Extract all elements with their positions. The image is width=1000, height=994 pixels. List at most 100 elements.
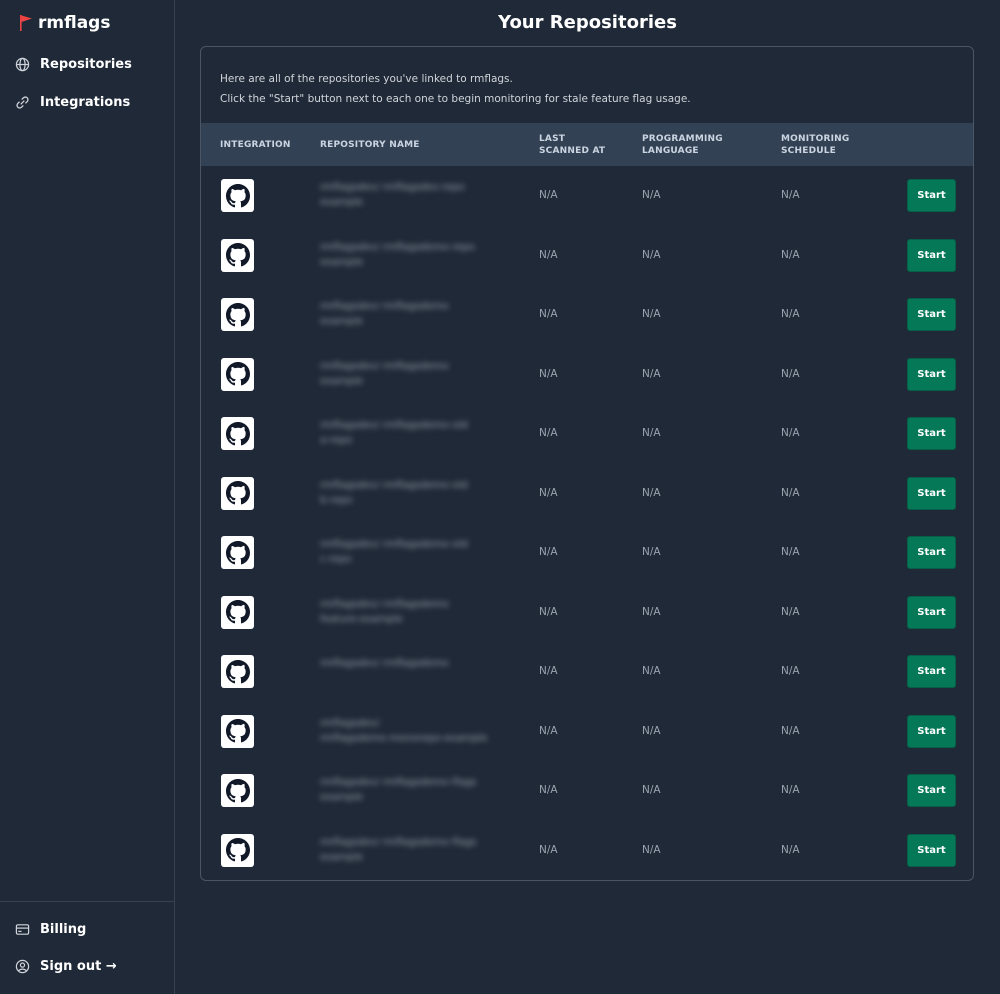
integration-badge — [221, 833, 254, 867]
integration-badge — [221, 595, 254, 629]
sidebar-item-label: Repositories — [40, 57, 132, 72]
repository-name: rmflagsdev/ rmflagsdemo-repo example — [320, 240, 505, 270]
credit-card-icon — [15, 924, 30, 935]
repository-name-line: rmflagsdev/ — [320, 717, 380, 729]
repository-name: rmflagsdev/ rmflagsdemo-old b-repo — [320, 478, 505, 508]
last-scanned-cell: N/A — [539, 546, 558, 558]
last-scanned-cell: N/A — [539, 427, 558, 439]
table-row: rmflagsdev/ rmflagsdemo-old b-repo N/A N… — [201, 464, 973, 524]
repository-name-line: example — [320, 792, 364, 803]
start-button[interactable]: Start — [907, 714, 956, 748]
repository-name: rmflagsdev/ rmflagsdemo-flags example — [320, 835, 505, 865]
repository-name-line: rmflagsdev/ rmflagsdemo — [320, 598, 449, 610]
integration-badge — [221, 476, 254, 510]
table-row: rmflagsdev/ rmflagsdemo N/A N/A N/A Star… — [201, 642, 973, 702]
integration-badge — [221, 417, 254, 450]
programming-language-cell: N/A — [642, 189, 661, 201]
repository-name-line: rmflagsdev/ rmflagsdemo-flags — [320, 836, 477, 848]
table-row: rmflagsdev/ rmflagsdev-repo example N/A … — [201, 166, 973, 226]
monitoring-schedule-cell: N/A — [781, 724, 800, 737]
github-icon — [225, 600, 250, 624]
programming-language-cell: N/A — [642, 605, 661, 618]
table-row: rmflagsdev/ rmflagsdemo feature-example … — [201, 583, 973, 643]
intro-text: Here are all of the repositories you've … — [220, 69, 691, 109]
sidebar-item-repositories[interactable]: Repositories — [15, 57, 132, 72]
programming-language-cell: N/A — [642, 367, 661, 380]
programming-language-cell: N/A — [642, 546, 661, 558]
sidebar-item-integrations[interactable]: Integrations — [15, 95, 130, 110]
start-button[interactable]: Start — [907, 655, 956, 688]
monitoring-schedule-cell: N/A — [781, 308, 800, 320]
link-icon — [16, 96, 29, 109]
last-scanned-cell: N/A — [539, 724, 558, 737]
start-button[interactable]: Start — [907, 298, 956, 331]
table-header: Integration Repository Name Last Scanned… — [201, 123, 973, 166]
start-button[interactable]: Start — [907, 238, 956, 272]
sidebar-item-billing[interactable]: Billing — [15, 922, 86, 937]
github-icon — [225, 481, 250, 505]
repository-name: rmflagsdev/ rmflagsdemo-old c-repo — [320, 537, 505, 567]
start-button[interactable]: Start — [907, 179, 956, 212]
start-button[interactable]: Start — [907, 774, 956, 807]
repository-name-line: example — [320, 375, 364, 387]
programming-language-cell: N/A — [642, 308, 661, 320]
column-header-repository-name: Repository Name — [320, 139, 420, 150]
brand-name: rmflags — [38, 13, 111, 33]
repository-name-line: b-repo — [320, 494, 353, 506]
programming-language-cell: N/A — [642, 724, 661, 737]
repositories-panel: Here are all of the repositories you've … — [200, 46, 974, 881]
repository-name-line: rmflagsdev/ rmflagsdemo-repo — [320, 241, 475, 253]
start-button[interactable]: Start — [907, 833, 956, 867]
repository-name: rmflagsdev/ rmflagsdemo example — [320, 299, 505, 329]
github-icon — [225, 540, 250, 564]
sidebar-divider — [0, 901, 175, 902]
start-button[interactable]: Start — [907, 417, 956, 450]
intro-line: Here are all of the repositories you've … — [220, 73, 513, 85]
start-button[interactable]: Start — [907, 476, 956, 510]
main-content: Your Repositories Here are all of the re… — [175, 0, 1000, 994]
last-scanned-cell: N/A — [539, 189, 558, 201]
repository-name-line: a-repo — [320, 435, 353, 446]
last-scanned-cell: N/A — [539, 308, 558, 320]
programming-language-cell: N/A — [642, 843, 661, 856]
integration-badge — [221, 357, 254, 391]
table-row: rmflagsdev/ rmflagsdemo example N/A N/A … — [201, 285, 973, 345]
sidebar-item-signout[interactable]: Sign out → — [15, 959, 117, 974]
programming-language-cell: N/A — [642, 427, 661, 439]
repository-name-line: rmflagsdev/ rmflagsdev-repo — [320, 182, 465, 193]
repository-name-line: rmflagsdev/ rmflagsdemo-old — [320, 539, 468, 550]
repository-name: rmflagsdev/ rmflagsdemo feature-example — [320, 597, 505, 627]
monitoring-schedule-cell: N/A — [781, 486, 800, 499]
user-circle-icon — [15, 959, 30, 974]
start-button[interactable]: Start — [907, 357, 956, 391]
column-header-integration: Integration — [220, 139, 291, 150]
table-row: rmflagsdev/ rmflagsdemo-repo example N/A… — [201, 226, 973, 286]
page-title: Your Repositories — [498, 12, 677, 33]
github-icon — [225, 183, 250, 207]
programming-language-cell: N/A — [642, 784, 661, 796]
column-header-last-scanned: Last Scanned At — [539, 133, 606, 156]
integration-badge — [221, 774, 254, 807]
monitoring-schedule-cell: N/A — [781, 546, 800, 558]
sidebar-item-label: Billing — [40, 922, 87, 937]
github-icon — [225, 243, 250, 267]
last-scanned-cell: N/A — [539, 784, 558, 796]
monitoring-schedule-cell: N/A — [781, 605, 800, 618]
repository-name-line: example — [320, 851, 364, 863]
repository-name: rmflagsdev/ rmflagsdemo-monorepo-example — [320, 716, 505, 746]
repository-name-line: rmflagsdev/ rmflagsdemo-old — [320, 479, 468, 491]
brand[interactable]: rmflags — [18, 13, 110, 33]
repository-name: rmflagsdev/ rmflagsdemo-old a-repo — [320, 418, 505, 448]
start-button[interactable]: Start — [907, 595, 956, 629]
programming-language-cell: N/A — [642, 486, 661, 499]
table-row: rmflagsdev/ rmflagsdemo-old a-repo N/A N… — [201, 404, 973, 464]
repository-name-line: rmflagsdev/ rmflagsdemo — [320, 658, 449, 669]
last-scanned-cell: N/A — [539, 248, 558, 261]
start-button[interactable]: Start — [907, 536, 956, 569]
repository-name: rmflagsdev/ rmflagsdemo-flags example — [320, 775, 505, 805]
table-row: rmflagsdev/ rmflagsdemo-flags example N/… — [201, 821, 973, 881]
repository-name: rmflagsdev/ rmflagsdemo — [320, 656, 505, 671]
sidebar-item-label: Sign out → — [40, 959, 117, 974]
integration-badge — [221, 714, 254, 748]
monitoring-schedule-cell: N/A — [781, 843, 800, 856]
